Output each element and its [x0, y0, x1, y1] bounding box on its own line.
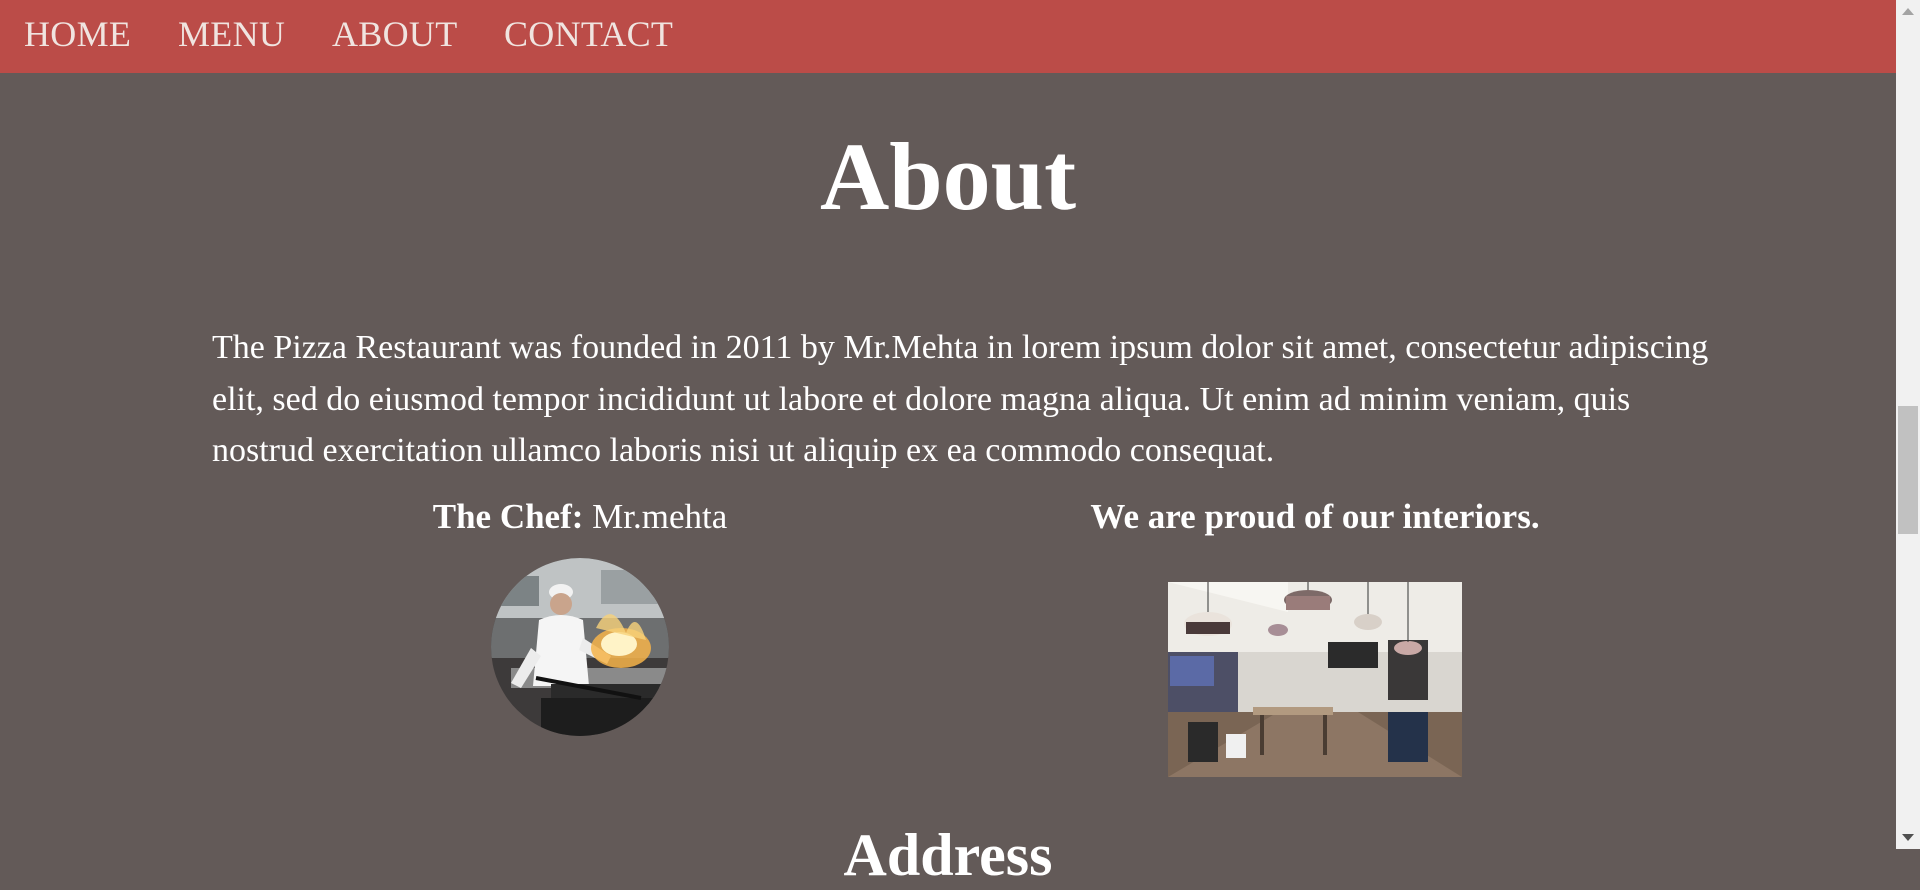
chef-photo: [491, 558, 669, 736]
scroll-up-icon[interactable]: [1902, 8, 1914, 15]
top-navbar: HOME MENU ABOUT CONTACT: [0, 0, 1896, 73]
about-intro-text: The Pizza Restaurant was founded in 2011…: [212, 329, 1709, 469]
chef-name: Mr.mehta: [592, 497, 728, 536]
chef-heading: The Chef: Mr.mehta: [380, 496, 780, 538]
nav-link-menu[interactable]: MENU: [178, 14, 285, 54]
interior-heading: We are proud of our interiors.: [1090, 497, 1540, 536]
nav-link-home[interactable]: HOME: [24, 14, 131, 54]
scrollbar-thumb[interactable]: [1898, 406, 1918, 534]
scroll-down-icon[interactable]: [1902, 834, 1914, 841]
vertical-scrollbar[interactable]: [1896, 0, 1920, 849]
interior-photo: [1168, 582, 1462, 777]
nav-link-contact[interactable]: CONTACT: [504, 14, 673, 54]
about-title: About: [819, 123, 1077, 230]
address-heading: Address: [843, 822, 1053, 888]
chef-label: The Chef:: [432, 497, 584, 536]
nav-link-about[interactable]: ABOUT: [332, 14, 458, 54]
